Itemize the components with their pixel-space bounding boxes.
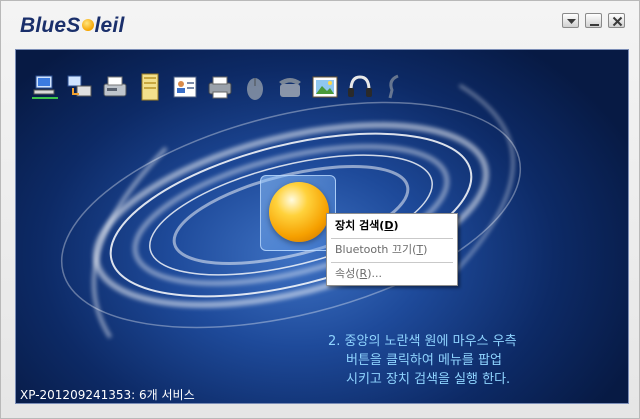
menu-item-properties[interactable]: 속성(R)... [335,265,382,283]
bluetooth-orb-frame[interactable] [260,175,336,251]
menu-item-bluetooth-off[interactable]: Bluetooth 끄기(T) [335,241,427,259]
phone-icon[interactable] [275,72,305,102]
context-menu: 장치 검색(D) Bluetooth 끄기(T) 속성(R)... [326,213,458,286]
status-text: XP-201209241353: 6개 서비스 [20,388,195,402]
picture-icon[interactable] [310,72,340,102]
headset-icon[interactable] [380,72,410,102]
menu-separator [331,262,453,263]
network-pc-icon[interactable] [30,72,60,102]
bluetooth-orb[interactable] [269,182,329,242]
instruction-line-3: 시키고 장치 검색을 실행 한다. [346,372,511,387]
instruction-line-2: 버튼을 클릭하여 메뉴를 팝업 [346,353,502,368]
chevron-down-icon [567,19,576,24]
close-button[interactable] [608,13,625,28]
main-panel[interactable]: 장치 검색(D) Bluetooth 끄기(T) 속성(R)... 2. 중앙의… [15,49,629,404]
bluesoleil-logo: BlueS leil [20,14,125,38]
logo-text-left: BlueS [20,14,81,37]
dropdown-button[interactable] [562,13,579,28]
printer-icon[interactable] [205,72,235,102]
business-card-icon[interactable] [170,72,200,102]
instruction-caption: 2. 중앙의 노란색 원에 마우스 우측 버튼을 클릭하여 메뉴를 팝업 시키고… [328,332,628,389]
close-icon [612,16,623,27]
menu-item-search-devices[interactable]: 장치 검색(D) [335,217,399,235]
minimize-button[interactable] [585,13,602,28]
fax-icon[interactable] [100,72,130,102]
logo-text-right: leil [94,14,125,37]
menu-separator [331,238,453,239]
headphones-icon[interactable] [345,72,375,102]
mouse-icon[interactable] [240,72,270,102]
instruction-line-1: 2. 중앙의 노란색 원에 마우스 우측 [328,334,517,349]
sun-icon [81,19,94,31]
bluesoleil-window: BlueS leil 장치 검색(D) Bluetooth 끄기(T) 속성(R… [0,0,640,419]
dialup-icon[interactable] [65,72,95,102]
minimize-icon [590,24,599,26]
title-bar[interactable]: BlueS leil [1,1,640,45]
folder-icon[interactable] [135,72,165,102]
